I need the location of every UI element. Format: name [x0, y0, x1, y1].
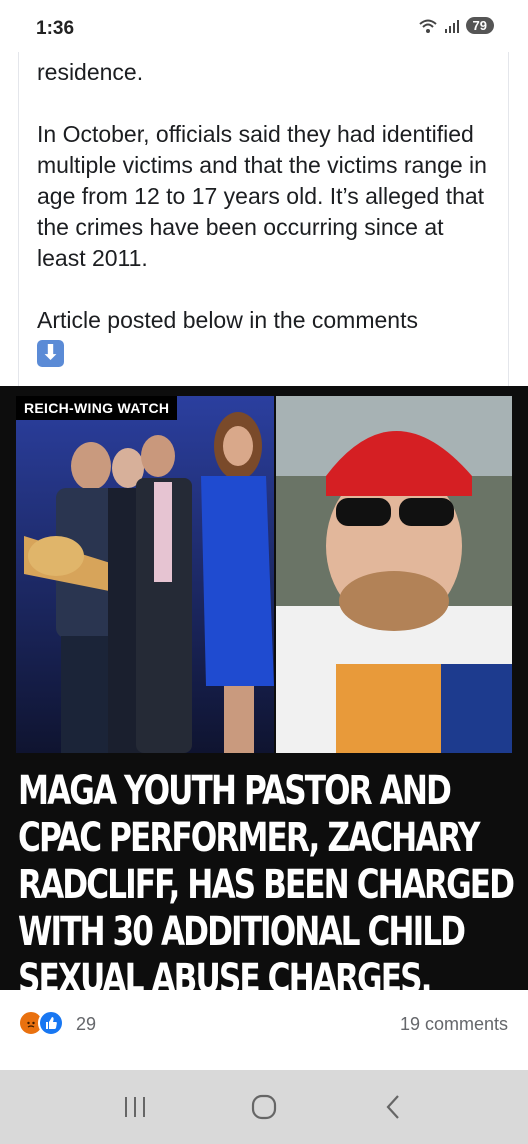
down-arrow-icon: ⬇ — [37, 340, 64, 367]
status-bar: 1:36 79 — [0, 0, 528, 52]
post-text: warrant of Radcliff's office and residen… — [18, 40, 509, 386]
status-icons: 79 — [418, 17, 494, 34]
battery-indicator: 79 — [465, 17, 494, 34]
image-headline: MAGA YOUTH PASTOR AND CPAC PERFORMER, ZA… — [18, 768, 515, 1002]
photo-right — [276, 396, 512, 753]
post-paragraph-2: In October, officials said they had iden… — [37, 121, 487, 271]
like-reaction-icon — [38, 1010, 64, 1036]
post-paragraph-3: Article posted below in the comments — [37, 307, 418, 333]
home-button[interactable] — [244, 1087, 284, 1127]
recent-apps-button[interactable] — [115, 1087, 155, 1127]
reactions-bar: 29 19 comments — [0, 990, 528, 1070]
home-icon — [251, 1094, 277, 1120]
post-emoji-line: ⬇ — [19, 336, 508, 367]
recent-apps-icon — [124, 1097, 145, 1117]
status-time: 1:36 — [36, 18, 75, 39]
post-image[interactable]: REICH-WING WATCH MAGA YOUTH PASTOR AND C… — [0, 386, 528, 1002]
post-paragraph-1: residence. — [37, 59, 144, 85]
android-nav-bar — [0, 1070, 528, 1144]
back-icon — [386, 1095, 400, 1119]
signal-icon — [444, 19, 459, 33]
reaction-count[interactable]: 29 — [76, 1014, 96, 1035]
comments-count[interactable]: 19 comments — [400, 1014, 508, 1035]
wifi-icon — [418, 19, 437, 33]
photo-left — [16, 396, 274, 753]
reaction-icons[interactable] — [18, 1010, 64, 1036]
watermark-label: REICH-WING WATCH — [16, 396, 178, 420]
back-button[interactable] — [373, 1087, 413, 1127]
